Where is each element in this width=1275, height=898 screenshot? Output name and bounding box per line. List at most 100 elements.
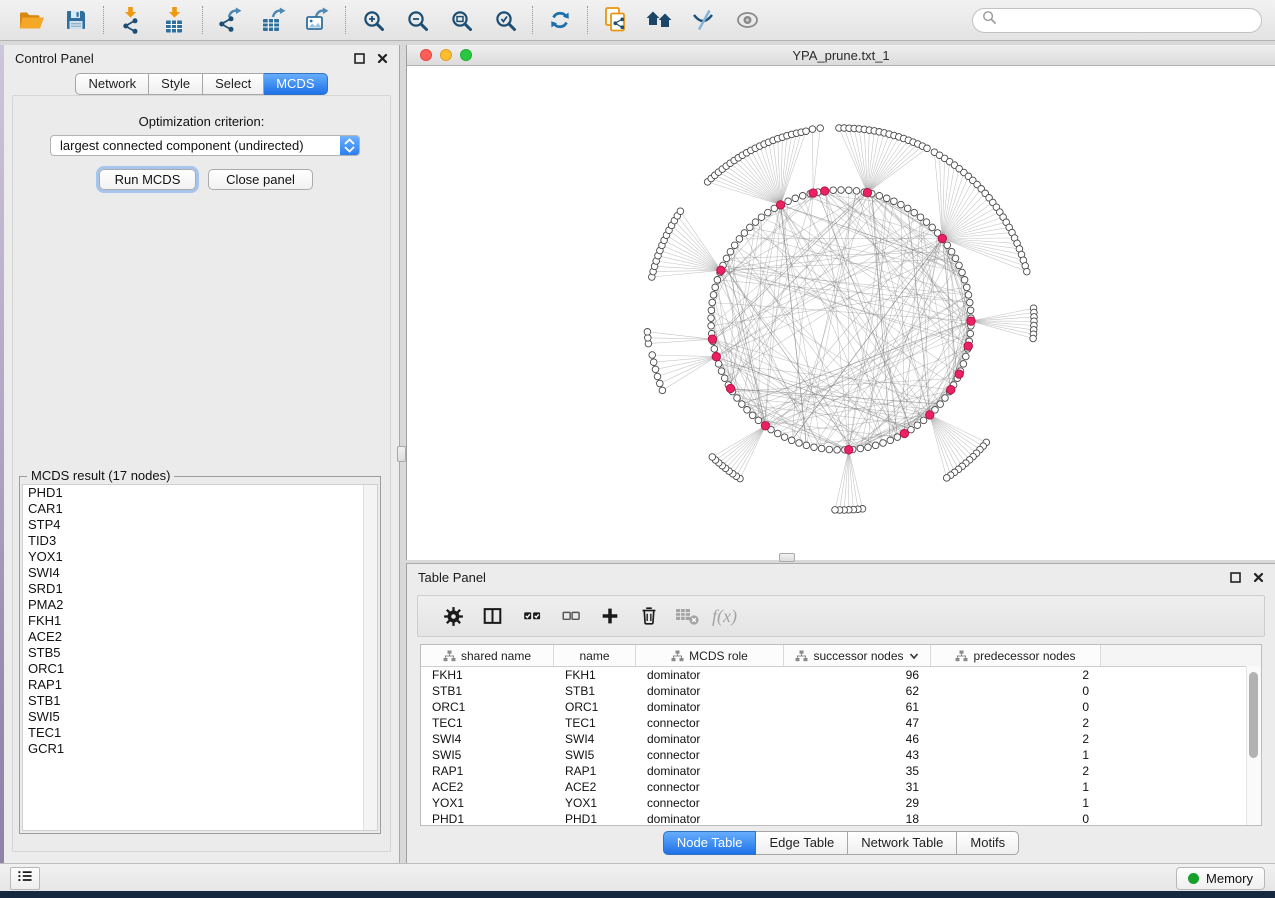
mcds-result-item[interactable]: SWI4: [23, 565, 377, 581]
column-header-MCDS-role[interactable]: MCDS role: [636, 645, 784, 666]
close-panel-icon[interactable]: [1253, 572, 1264, 583]
mcds-result-item[interactable]: RAP1: [23, 677, 377, 693]
export-table-button[interactable]: [252, 3, 296, 37]
tab-select[interactable]: Select: [203, 73, 264, 95]
new-network-from-selection-button[interactable]: [593, 3, 637, 37]
table-row[interactable]: SWI5SWI5connector431: [421, 747, 1261, 763]
table-row[interactable]: STB1STB1dominator620: [421, 683, 1261, 699]
save-session-button[interactable]: [54, 3, 98, 37]
table-row[interactable]: YOX1YOX1connector291: [421, 795, 1261, 811]
mcds-result-item[interactable]: PMA2: [23, 597, 377, 613]
run-mcds-button[interactable]: Run MCDS: [99, 169, 196, 190]
table-cell: 96: [784, 668, 931, 682]
optimization-criterion-select[interactable]: largest connected component (undirected): [50, 135, 360, 156]
window-zoom-traffic-light[interactable]: [460, 49, 472, 61]
table-panel-title: Table Panel: [418, 570, 486, 585]
mcds-result-item[interactable]: TEC1: [23, 725, 377, 741]
toolbar-separator: [202, 6, 203, 34]
apply-layout-button[interactable]: [538, 3, 582, 37]
table-scrollbar-thumb[interactable]: [1249, 672, 1258, 758]
window-minimize-traffic-light[interactable]: [440, 49, 452, 61]
column-header-name[interactable]: name: [554, 645, 636, 666]
tab-motifs[interactable]: Motifs: [957, 831, 1019, 855]
mcds-result-item[interactable]: STB5: [23, 645, 377, 661]
status-list-icon: [17, 869, 33, 888]
delete-table-button: [668, 599, 707, 633]
table-cell: ORC1: [421, 700, 554, 714]
tab-network-table[interactable]: Network Table: [848, 831, 957, 855]
table-row[interactable]: RAP1RAP1dominator352: [421, 763, 1261, 779]
zoom-fit-button[interactable]: [439, 3, 483, 37]
tab-mcds[interactable]: MCDS: [264, 73, 327, 95]
zoom-in-button[interactable]: [351, 3, 395, 37]
settings-gear-button[interactable]: [434, 599, 473, 633]
show-all-button[interactable]: [725, 3, 769, 37]
status-list-button[interactable]: [10, 867, 40, 890]
table-row[interactable]: ACE2ACE2connector311: [421, 779, 1261, 795]
deselect-all-button[interactable]: [551, 599, 590, 633]
first-neighbors-button[interactable]: [637, 3, 681, 37]
float-panel-icon[interactable]: [1230, 572, 1241, 583]
mcds-result-item[interactable]: STB1: [23, 693, 377, 709]
table-row[interactable]: SWI4SWI4dominator462: [421, 731, 1261, 747]
mcds-result-item[interactable]: ACE2: [23, 629, 377, 645]
mcds-result-item[interactable]: CAR1: [23, 501, 377, 517]
memory-button[interactable]: Memory: [1176, 867, 1265, 890]
mcds-result-item[interactable]: FKH1: [23, 613, 377, 629]
table-header-row: shared namenameMCDS rolesuccessor nodesp…: [421, 645, 1261, 667]
tab-edge-table[interactable]: Edge Table: [756, 831, 848, 855]
zoom-selected-button[interactable]: [483, 3, 527, 37]
table-row[interactable]: ORC1ORC1dominator610: [421, 699, 1261, 715]
add-row-button[interactable]: [590, 599, 629, 633]
show-column-button[interactable]: [473, 599, 512, 633]
vertical-splitter-handle[interactable]: [397, 446, 406, 462]
table-row[interactable]: TEC1TEC1connector472: [421, 715, 1261, 731]
hide-selected-button[interactable]: [681, 3, 725, 37]
horizontal-splitter-handle[interactable]: [779, 553, 795, 562]
tab-network[interactable]: Network: [75, 73, 149, 95]
mcds-result-item[interactable]: STP4: [23, 517, 377, 533]
column-header-predecessor-nodes[interactable]: predecessor nodes: [931, 645, 1101, 666]
save-session-icon: [64, 8, 88, 32]
column-header-successor-nodes[interactable]: successor nodes: [784, 645, 931, 666]
export-image-button[interactable]: [296, 3, 340, 37]
zoom-out-button[interactable]: [395, 3, 439, 37]
delete-row-icon: [638, 605, 660, 627]
tab-style[interactable]: Style: [149, 73, 203, 95]
import-table-icon: [163, 7, 188, 34]
float-panel-icon[interactable]: [354, 53, 365, 64]
mcds-result-item[interactable]: GCR1: [23, 741, 377, 757]
network-canvas[interactable]: [407, 65, 1275, 559]
table-cell: ACE2: [421, 780, 554, 794]
mcds-result-item[interactable]: ORC1: [23, 661, 377, 677]
mcds-result-item[interactable]: YOX1: [23, 549, 377, 565]
select-all-button[interactable]: [512, 599, 551, 633]
delete-row-button[interactable]: [629, 599, 668, 633]
mcds-result-list[interactable]: PHD1CAR1STP4TID3YOX1SWI4SRD1PMA2FKH1ACE2…: [22, 484, 378, 831]
table-row[interactable]: FKH1FKH1dominator962: [421, 667, 1261, 683]
window-close-traffic-light[interactable]: [420, 49, 432, 61]
table-cell: 2: [931, 732, 1101, 746]
mcds-result-item[interactable]: TID3: [23, 533, 377, 549]
search-input[interactable]: [1003, 12, 1252, 29]
import-table-button[interactable]: [153, 3, 197, 37]
apply-layout-icon: [548, 8, 572, 32]
table-row[interactable]: PHD1PHD1dominator180: [421, 811, 1261, 826]
table-scrollbar[interactable]: [1246, 666, 1261, 825]
close-panel-icon[interactable]: [377, 53, 388, 64]
mcds-result-item[interactable]: PHD1: [23, 485, 377, 501]
table-cell: TEC1: [554, 716, 636, 730]
show-all-icon: [735, 10, 760, 30]
tab-node-table[interactable]: Node Table: [663, 831, 757, 855]
search-box[interactable]: [972, 8, 1262, 33]
mcds-result-item[interactable]: SWI5: [23, 709, 377, 725]
import-network-button[interactable]: [109, 3, 153, 37]
table-cell: 0: [931, 700, 1101, 714]
mcds-list-scrollbar[interactable]: [363, 485, 377, 830]
column-header-shared-name[interactable]: shared name: [421, 645, 554, 666]
add-row-icon: [599, 605, 621, 627]
close-panel-button[interactable]: Close panel: [208, 169, 313, 190]
export-network-button[interactable]: [208, 3, 252, 37]
mcds-result-item[interactable]: SRD1: [23, 581, 377, 597]
open-file-button[interactable]: [10, 3, 54, 37]
